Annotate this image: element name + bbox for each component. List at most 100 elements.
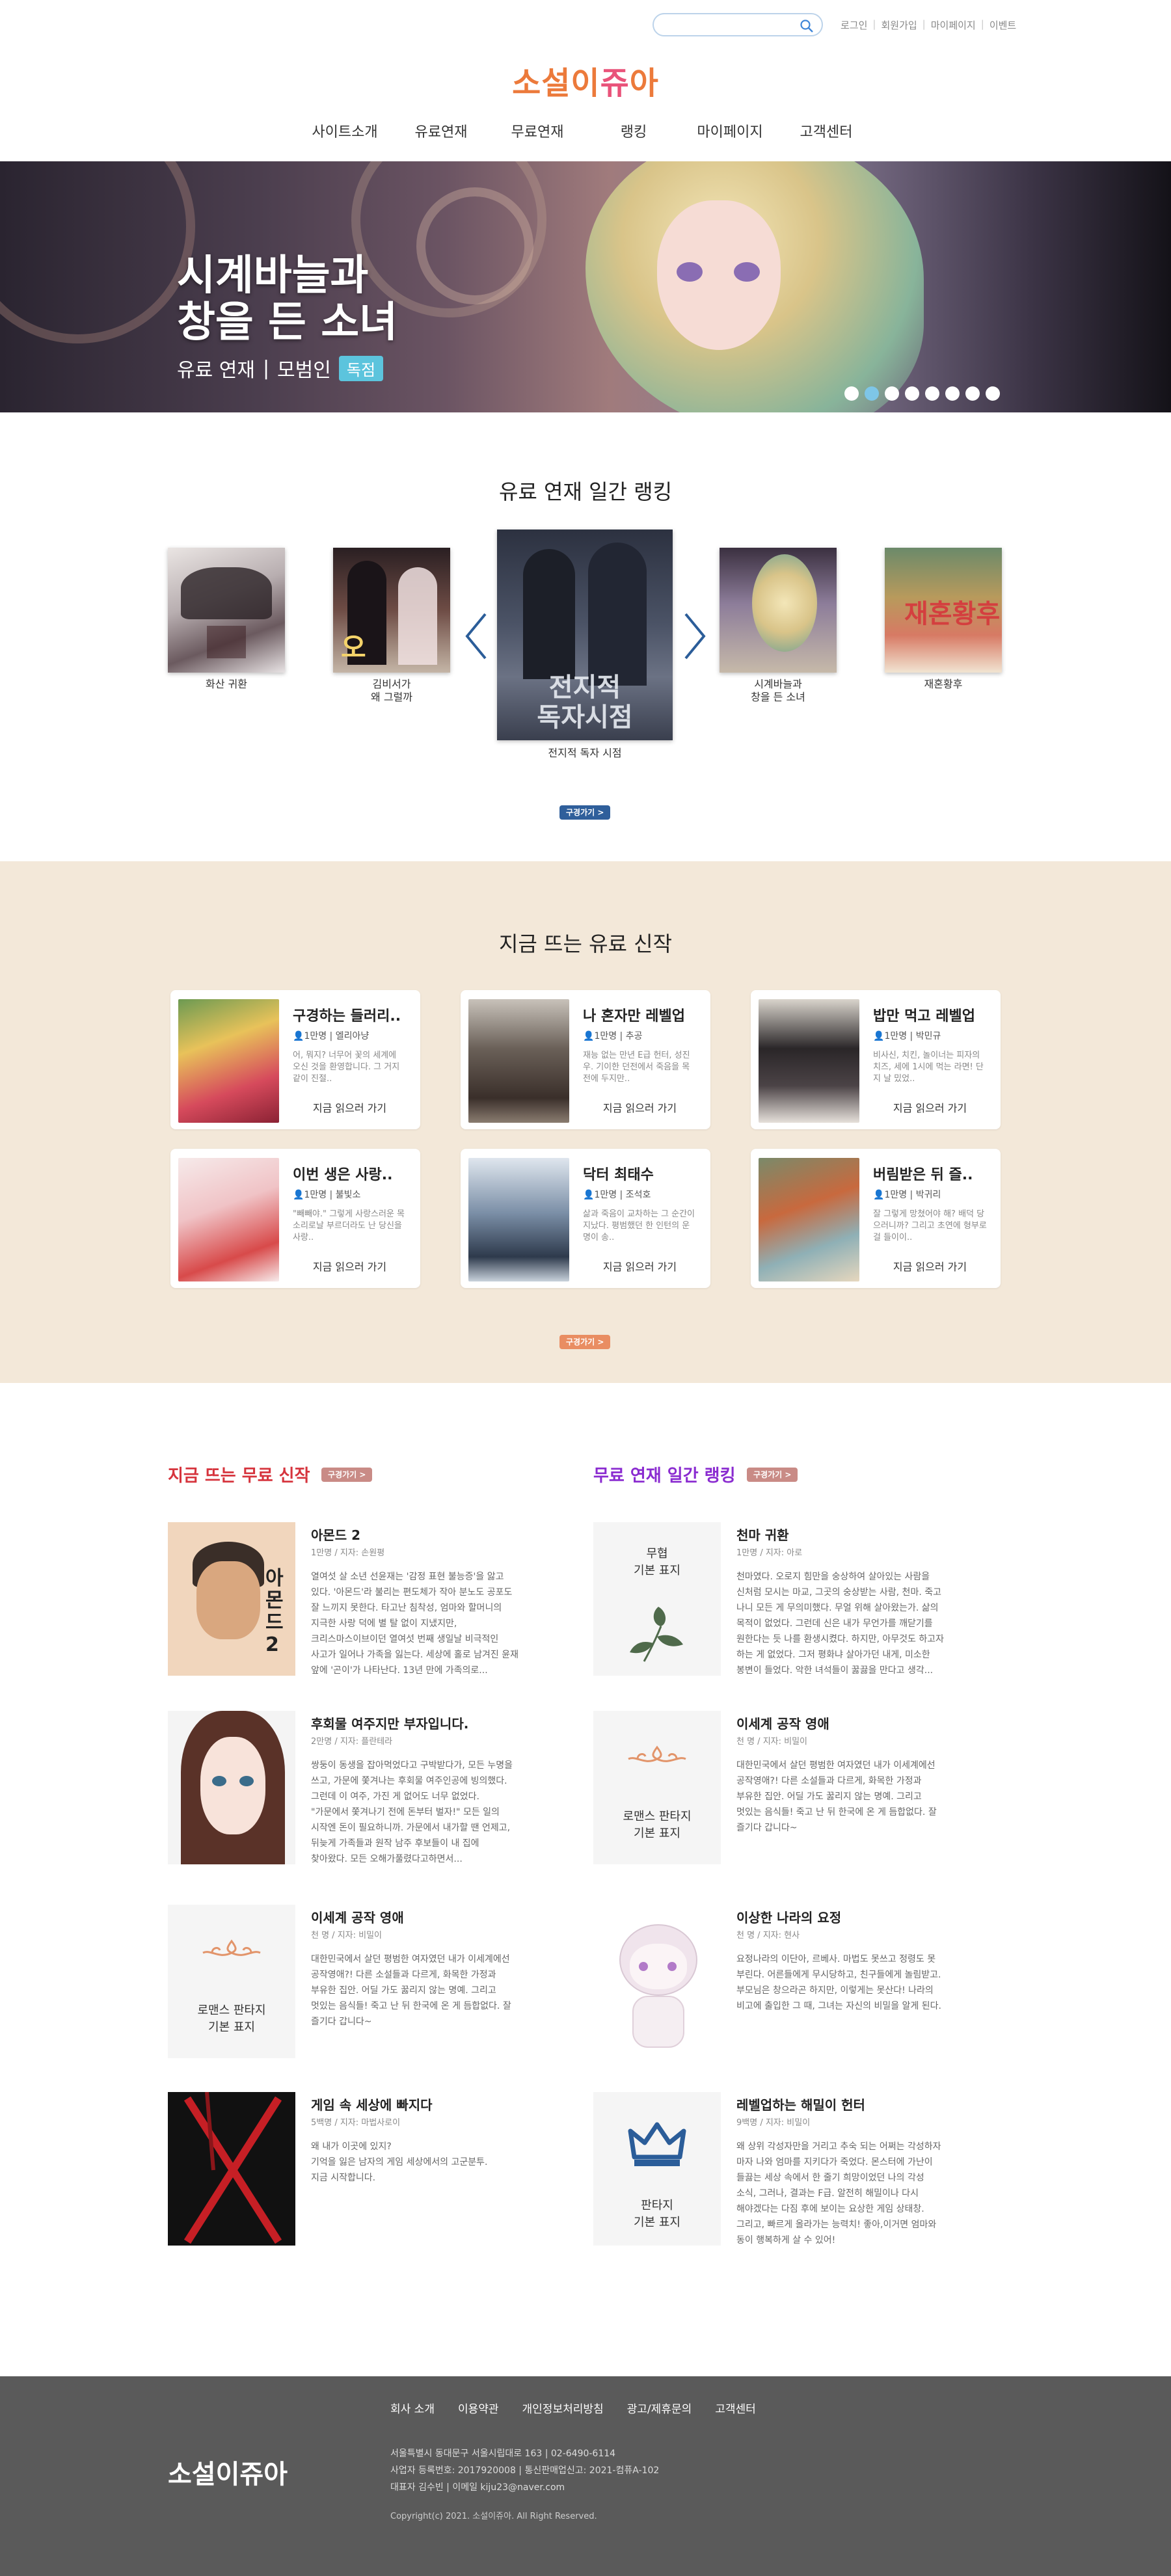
default-cover: 로맨스 판타지 기본 표지: [593, 1711, 721, 1864]
default-cover: 로맨스 판타지 기본 표지: [168, 1905, 295, 2058]
section-title: 지금 뜨는 유료 신작: [498, 932, 673, 956]
mypage-link[interactable]: 마이페이지: [931, 18, 976, 32]
nav-about[interactable]: 사이트소개: [297, 120, 393, 141]
footer-link-support[interactable]: 고객센터: [715, 2400, 756, 2416]
nav-support[interactable]: 고객센터: [778, 120, 874, 141]
book-thumbnail: [168, 1711, 295, 1864]
book-meta: 👤1만명 | 불빛소: [293, 1190, 361, 1200]
book-thumbnail: 로맨스 판타지 기본 표지: [593, 1711, 721, 1864]
list-item[interactable]: 판타지 기본 표지 레벨업하는 해밀이 헌터 9백명 / 지자: 비밀이 왜 상…: [593, 2092, 997, 2248]
list-item[interactable]: 무협 기본 표지 천마 귀환 1만명 / 지자: 아로 천마였다. 오로지 힘만…: [593, 1522, 997, 1678]
footer-link-privacy[interactable]: 개인정보처리방침: [522, 2400, 604, 2416]
main-nav: 사이트소개 유료연재 무료연재 랭킹 마이페이지 고객센터: [0, 120, 1171, 141]
more-button[interactable]: 구경가기 >: [747, 1468, 798, 1482]
user-icon: 👤: [583, 1190, 595, 1200]
footer-logo[interactable]: 소설이쥬아: [168, 2453, 288, 2491]
carousel-dot[interactable]: [865, 386, 879, 401]
list-item[interactable]: 로맨스 판타지 기본 표지 이세계 공작 영애 천 명 / 지자: 비밀이 대한…: [168, 1905, 571, 2061]
book-desc: 비사신, 치킨, 놀이너는 피자의 치즈, 세에 1시에 먹는 라면! 단지 날…: [873, 1051, 984, 1084]
copyright: Copyright(c) 2021. 소설이쥬아. All Right Rese…: [390, 2512, 597, 2521]
banner-character-face: [657, 200, 781, 350]
site-logo[interactable]: 소설이쥬아: [0, 57, 1171, 103]
section-title: 유료 연재 일간 랭킹: [498, 479, 673, 504]
more-button[interactable]: 구경가기 >: [559, 1335, 611, 1349]
carousel-dot[interactable]: [905, 386, 919, 401]
carousel-dot[interactable]: [965, 386, 980, 401]
event-link[interactable]: 이벤트: [989, 18, 1016, 32]
list-item[interactable]: 이상한 나라의 요정 천 명 / 지자: 현사 요정나라의 이단아, 르베사. …: [593, 1905, 997, 2061]
book-card[interactable]: 이번 생은 사랑.. 👤1만명 | 불빛소 "빼빼야." 그렇게 사랑스러운 목소리…: [170, 1149, 420, 1288]
nav-mypage[interactable]: 마이페이지: [682, 120, 778, 141]
nav-free[interactable]: 무료연재: [489, 120, 586, 141]
book-meta: 👤1만명 | 엘리아냥: [293, 1031, 370, 1041]
book-title: 밥만 먹고 레벨업: [873, 1008, 975, 1025]
search-box[interactable]: [653, 13, 823, 36]
user-icon: 👤: [293, 1190, 304, 1200]
read-now-link[interactable]: 지금 읽으러 가기: [873, 1258, 987, 1274]
banner-title: 시계바늘과 창을 든 소녀: [177, 252, 397, 347]
book-card[interactable]: 밥만 먹고 레벨업 👤1만명 | 박민규 비사신, 치킨, 놀이너는 피자의 치즈,…: [751, 990, 1001, 1129]
ornament-icon: [202, 1939, 261, 1956]
footer-link-terms[interactable]: 이용약관: [458, 2400, 499, 2416]
footer-link-ads[interactable]: 광고/제휴문의: [627, 2400, 692, 2416]
login-link[interactable]: 로그인: [841, 18, 867, 32]
crown-icon: [628, 2122, 686, 2166]
free-ranking-title: 무료 연재 일간 랭킹: [593, 1466, 736, 1486]
book-card[interactable]: 버림받은 뒤 즐.. 👤1만명 | 박귀리 잘 그렇게 망쳤어야 해? 배덕 당으러…: [751, 1149, 1001, 1288]
more-button[interactable]: 구경가기 >: [321, 1468, 373, 1482]
book-thumbnail: [593, 1905, 721, 2058]
ranking-book[interactable]: 화산 귀환: [168, 548, 285, 691]
read-now-link[interactable]: 지금 읽으러 가기: [293, 1099, 407, 1115]
read-now-link[interactable]: 지금 읽으러 가기: [293, 1258, 407, 1274]
book-desc: 삶과 죽음이 교차하는 그 순간이 지났다. 평범했던 한 인턴의 운명이 송.…: [583, 1209, 695, 1242]
prev-arrow-icon[interactable]: [463, 611, 489, 661]
book-meta: 👤1만명 | 박귀리: [873, 1190, 941, 1200]
list-item[interactable]: 로맨스 판타지 기본 표지 이세계 공작 영애 천 명 / 지자: 비밀이 대한…: [593, 1711, 997, 1867]
list-item[interactable]: 아 몬 드 2 아몬드 2 1만명 / 지자: 손원평 열여섯 살 소년 선윤재…: [168, 1522, 571, 1678]
book-card[interactable]: 나 혼자만 레벨업 👤1만명 | 추공 재능 없는 만년 E급 헌터, 성진우. 기…: [461, 990, 710, 1129]
list-item[interactable]: 후회물 여주지만 부자입니다. 2만명 / 지자: 플란테라 쌍둥이 동생을 잡…: [168, 1711, 571, 1867]
top-bar: 로그인 | 회원가입 | 마이페이지 | 이벤트: [0, 0, 1171, 49]
book-title: 나 혼자만 레벨업: [583, 1008, 685, 1025]
ranking-book[interactable]: 시계바늘과 창을 든 소녀: [720, 548, 837, 704]
ornament-icon: [628, 1745, 686, 1762]
search-input[interactable]: [663, 18, 793, 31]
carousel-dot[interactable]: [945, 386, 960, 401]
gear-decoration: [0, 161, 195, 343]
next-arrow-icon[interactable]: [682, 611, 708, 661]
carousel-dot[interactable]: [986, 386, 1000, 401]
footer: 회사 소개 이용약관 개인정보처리방침 광고/제휴문의 고객센터 소설이쥬아 서…: [0, 2376, 1171, 2576]
carousel-dot[interactable]: [844, 386, 859, 401]
read-now-link[interactable]: 지금 읽으러 가기: [583, 1258, 697, 1274]
list-item[interactable]: 게임 속 세상에 빠지다 5백명 / 지자: 마법사로이 왜 내가 이곳에 있지…: [168, 2092, 571, 2248]
carousel-dot[interactable]: [885, 386, 899, 401]
ranking-book[interactable]: 재혼황후 재혼황후: [885, 548, 1002, 691]
nav-paid[interactable]: 유료연재: [393, 120, 489, 141]
read-now-link[interactable]: 지금 읽으러 가기: [873, 1099, 987, 1115]
flower-icon: [630, 1607, 683, 1662]
top-links: 로그인 | 회원가입 | 마이페이지 | 이벤트: [841, 18, 1017, 32]
more-button[interactable]: 구경가기 >: [559, 805, 611, 820]
book-card[interactable]: 닥터 최태수 👤1만명 | 조석호삶과 죽음이 교차하는 그 순간이 지났다. 평…: [461, 1149, 710, 1288]
carousel-dot[interactable]: [925, 386, 939, 401]
book-thumbnail: [178, 999, 279, 1123]
book-desc: "빼빼야." 그렇게 사랑스러운 목소리로날 부르더라도 난 당신을 사랑..: [293, 1209, 405, 1242]
exclusive-badge: 독점: [338, 355, 384, 381]
book-thumbnail: [759, 999, 859, 1123]
book-thumbnail: [168, 2092, 295, 2246]
search-icon[interactable]: [800, 19, 814, 33]
ranking-book-featured[interactable]: 전지적 독자시점 전지적 독자 시점: [497, 530, 673, 760]
signup-link[interactable]: 회원가입: [881, 18, 917, 32]
book-desc: 잘 그렇게 망쳤어야 해? 배덕 당으러니까? 그리고 초연에 형부로 걸 들이…: [873, 1209, 987, 1242]
book-thumbnail: [468, 1158, 569, 1281]
nav-ranking[interactable]: 랭킹: [586, 120, 682, 141]
book-card[interactable]: 구경하는 들러리.. 👤1만명 | 엘리아냥 어, 뭐지? 너무어 꽃의 세계에 오…: [170, 990, 420, 1129]
book-title: 닥터 최태수: [583, 1167, 654, 1183]
read-now-link[interactable]: 지금 읽으러 가기: [583, 1099, 697, 1115]
hero-banner[interactable]: 시계바늘과 창을 든 소녀 유료 연재 | 모범인 독점: [0, 161, 1171, 412]
book-meta: 👤1만명 | 조석호: [583, 1190, 651, 1200]
footer-link-company[interactable]: 회사 소개: [390, 2400, 435, 2416]
book-thumbnail: 아 몬 드 2: [168, 1522, 295, 1676]
ranking-book[interactable]: 오 김비서가 왜 그럴까: [333, 548, 450, 704]
default-cover: 무협 기본 표지: [593, 1522, 721, 1676]
